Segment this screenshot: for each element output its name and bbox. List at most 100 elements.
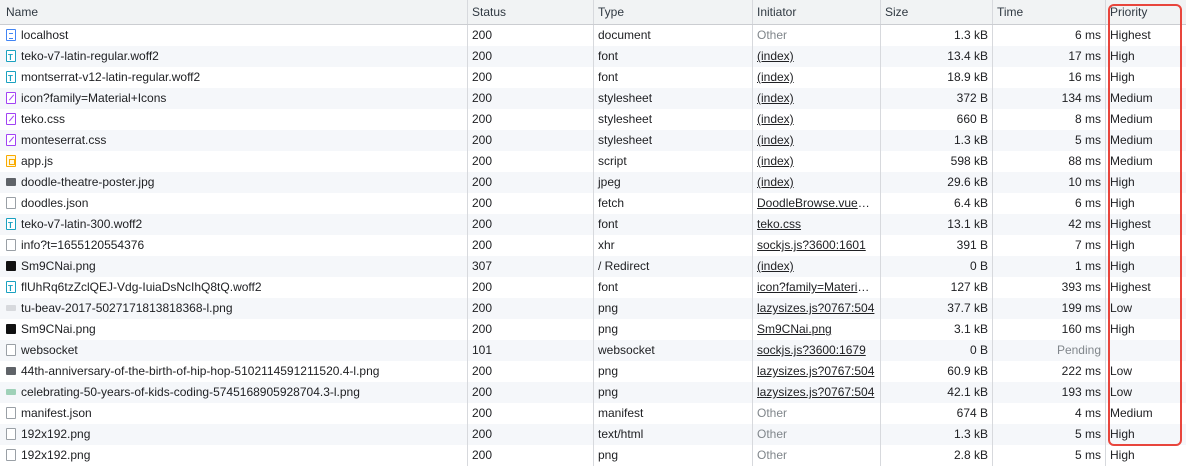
column-header-priority[interactable]: Priority <box>1106 0 1186 24</box>
column-header-name[interactable]: Name <box>0 0 468 24</box>
table-row[interactable]: 192x192.png 200 png Other 2.8 kB 5 ms High <box>0 445 1186 466</box>
time-cell: 42 ms <box>993 214 1106 235</box>
request-name: doodle-theatre-poster.jpg <box>21 175 155 189</box>
size-cell: 29.6 kB <box>881 172 993 193</box>
status-cell: 200 <box>468 361 594 382</box>
time-cell: 193 ms <box>993 382 1106 403</box>
priority-cell: High <box>1110 448 1135 462</box>
priority-cell: Medium <box>1110 133 1153 147</box>
request-name: 192x192.png <box>21 427 91 441</box>
time-cell: 8 ms <box>993 109 1106 130</box>
request-name: teko-v7-latin-300.woff2 <box>21 217 143 231</box>
table-row[interactable]: Sm9CNai.png 200 png Sm9CNai.png 3.1 kB 160 ms… <box>0 319 1186 340</box>
initiator-cell: sockjs.js?3600:1679 <box>753 340 881 361</box>
status-cell: 200 <box>468 214 594 235</box>
table-row[interactable]: teko.css 200 stylesheet (index) 660 B8 ms Med… <box>0 109 1186 130</box>
priority-cell: High <box>1110 196 1135 210</box>
request-name: flUhRq6tzZclQEJ-Vdg-IuiaDsNcIhQ8tQ.woff2 <box>21 280 262 294</box>
table-row[interactable]: teko-v7-latin-300.woff2 200font teko.css 13… <box>0 214 1186 235</box>
image-mint-icon <box>6 389 16 395</box>
initiator-link[interactable]: (index) <box>757 175 794 189</box>
initiator-link[interactable]: (index) <box>757 91 794 105</box>
initiator-link[interactable]: lazysizes.js?0767:504 <box>757 364 874 378</box>
time-cell: 6 ms <box>993 25 1106 46</box>
status-cell: 200 <box>468 403 594 424</box>
column-header-time[interactable]: Time <box>993 0 1106 24</box>
size-cell: 13.1 kB <box>881 214 993 235</box>
column-header-size[interactable]: Size <box>881 0 993 24</box>
initiator-link[interactable]: (index) <box>757 154 794 168</box>
initiator-link[interactable]: icon?family=Materia… <box>757 280 876 294</box>
priority-cell: Low <box>1110 364 1133 378</box>
initiator-link[interactable]: (index) <box>757 112 794 126</box>
table-row[interactable]: montserrat-v12-latin-regular.woff2 200fon… <box>0 67 1186 88</box>
initiator-link[interactable]: (index) <box>757 49 794 63</box>
initiator-link[interactable]: Sm9CNai.png <box>757 322 832 336</box>
initiator-link[interactable]: teko.css <box>757 217 801 231</box>
table-row[interactable]: doodle-theatre-poster.jpg 200 jpeg (index) 2… <box>0 172 1186 193</box>
column-header-initiator[interactable]: Initiator <box>753 0 881 24</box>
request-name: celebrating-50-years-of-kids-coding-5745… <box>21 385 360 399</box>
request-name: icon?family=Material+Icons <box>21 91 167 105</box>
table-row[interactable]: localhost 200 document Other 1.3 kB 6 ms Highe… <box>0 25 1186 46</box>
column-header-type[interactable]: Type <box>594 0 753 24</box>
column-header-status[interactable]: Status <box>468 0 594 24</box>
table-row[interactable]: app.js 200 script (index) 598 kB 88 ms Medium <box>0 151 1186 172</box>
type-cell: stylesheet <box>594 130 753 151</box>
table-row[interactable]: icon?family=Material+Icons 200 stylesheet (… <box>0 88 1186 109</box>
request-name-cell: montserrat-v12-latin-regular.woff2 <box>0 67 468 88</box>
table-row[interactable]: tu-beav-2017-5027171813818368-l.png 200 pn… <box>0 298 1186 319</box>
request-name-cell: 192x192.png <box>0 445 468 466</box>
table-row[interactable]: 192x192.png 200 text/html Other 1.3 kB 5 ms Hi… <box>0 424 1186 445</box>
initiator-text: Other <box>757 406 788 420</box>
table-row[interactable]: Sm9CNai.png 307/ Redirect (index) 0 B1 ms Hi… <box>0 256 1186 277</box>
initiator-link[interactable]: DoodleBrowse.vue?… <box>757 196 876 210</box>
request-name: Sm9CNai.png <box>21 322 96 336</box>
type-cell: font <box>594 46 753 67</box>
table-row[interactable]: doodles.json 200 fetch DoodleBrowse.vue?… 6.… <box>0 193 1186 214</box>
image-light-icon <box>6 305 16 311</box>
time-cell: 88 ms <box>993 151 1106 172</box>
table-row[interactable]: celebrating-50-years-of-kids-coding-5745… <box>0 382 1186 403</box>
request-name: 44th-anniversary-of-the-birth-of-hip-hop… <box>21 364 380 378</box>
request-name: teko.css <box>21 112 66 126</box>
type-cell: document <box>594 25 753 46</box>
priority-cell: High <box>1110 175 1135 189</box>
initiator-link[interactable]: sockjs.js?3600:1679 <box>757 343 866 357</box>
stylesheet-icon <box>6 113 16 125</box>
font-icon <box>6 215 16 235</box>
initiator-link[interactable]: (index) <box>757 259 794 273</box>
request-name: teko-v7-latin-regular.woff2 <box>21 49 159 63</box>
request-name-cell: 44th-anniversary-of-the-birth-of-hip-hop… <box>0 361 468 382</box>
blank-file-icon <box>6 197 16 209</box>
table-row[interactable]: websocket 101 websocket sockjs.js?3600:1679… <box>0 340 1186 361</box>
request-name-cell: icon?family=Material+Icons <box>0 88 468 109</box>
size-cell: 0 B <box>881 256 993 277</box>
time-cell: 1 ms <box>993 256 1106 277</box>
initiator-cell: sockjs.js?3600:1601 <box>753 235 881 256</box>
table-row[interactable]: teko-v7-latin-regular.woff2 200font (index… <box>0 46 1186 67</box>
table-row[interactable]: monteserrat.css 200 stylesheet (index) 1.3 k… <box>0 130 1186 151</box>
priority-cell: High <box>1110 322 1135 336</box>
initiator-link[interactable]: sockjs.js?3600:1601 <box>757 238 866 252</box>
initiator-cell: (index) <box>753 172 881 193</box>
status-cell: 200 <box>468 67 594 88</box>
table-row[interactable]: info?t=1655120554376 200 xhr sockjs.js?3600… <box>0 235 1186 256</box>
time-cell: 199 ms <box>993 298 1106 319</box>
table-row[interactable]: flUhRq6tzZclQEJ-Vdg-IuiaDsNcIhQ8tQ.woff2… <box>0 277 1186 298</box>
initiator-link[interactable]: (index) <box>757 133 794 147</box>
table-row[interactable]: 44th-anniversary-of-the-birth-of-hip-hop… <box>0 361 1186 382</box>
priority-cell: High <box>1110 49 1135 63</box>
initiator-link[interactable]: lazysizes.js?0767:504 <box>757 301 874 315</box>
request-name: tu-beav-2017-5027171813818368-l.png <box>21 301 233 315</box>
priority-cell: Medium <box>1110 91 1153 105</box>
type-cell: script <box>594 151 753 172</box>
initiator-link[interactable]: (index) <box>757 70 794 84</box>
initiator-cell: (index) <box>753 46 881 67</box>
initiator-text: Other <box>757 448 788 462</box>
image-dark-icon <box>6 261 16 271</box>
table-row[interactable]: manifest.json 200 manifest Other 674 B4 ms Me… <box>0 403 1186 424</box>
type-cell: stylesheet <box>594 109 753 130</box>
priority-cell: Highest <box>1110 28 1151 42</box>
initiator-link[interactable]: lazysizes.js?0767:504 <box>757 385 874 399</box>
